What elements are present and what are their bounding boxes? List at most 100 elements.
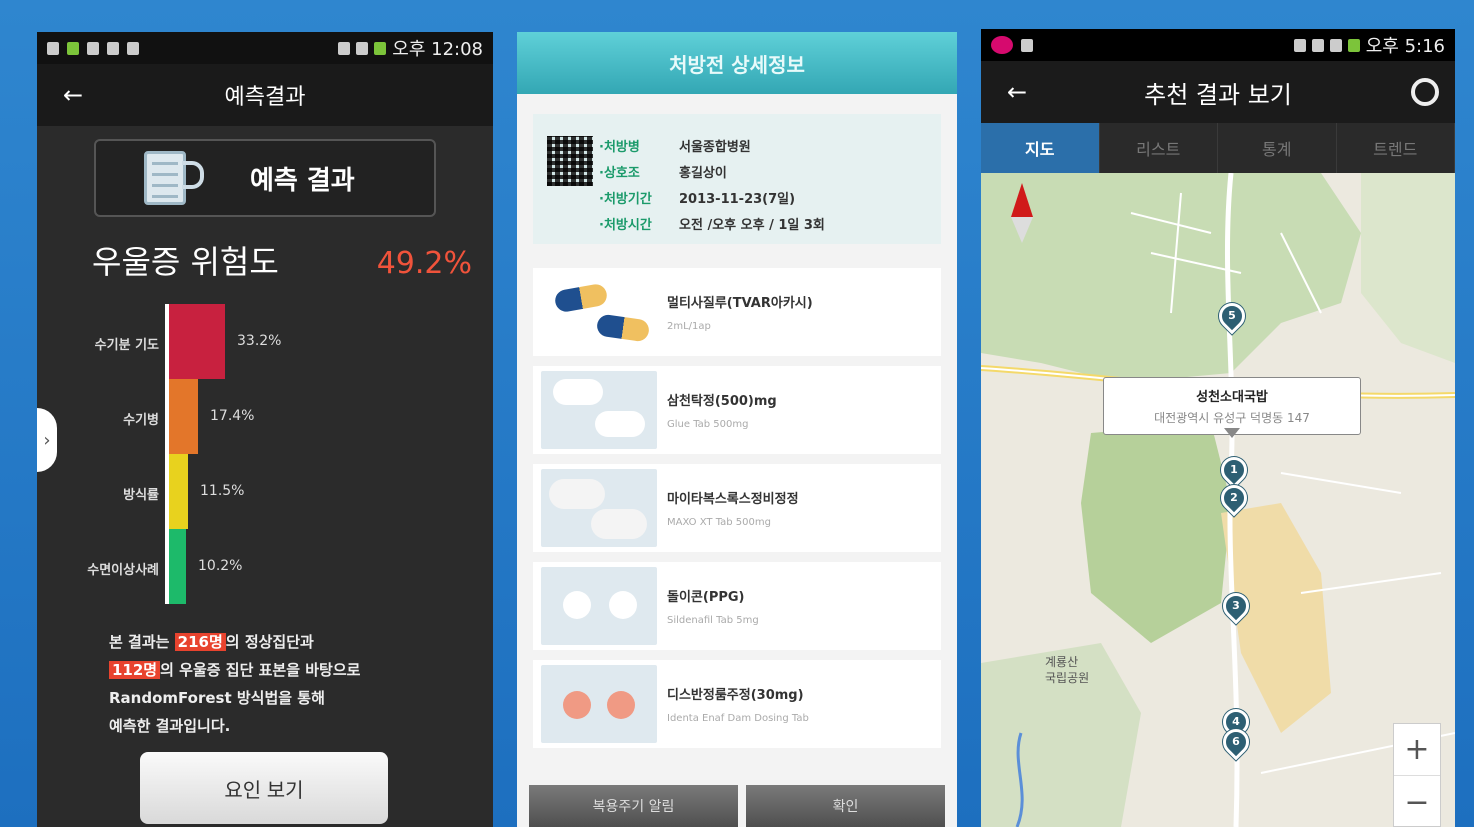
factor-bar xyxy=(169,379,198,454)
note-text: 본 결과는 xyxy=(109,633,170,651)
clipboard-mug-icon xyxy=(138,145,208,211)
dose-reminder-button[interactable]: 복용주기 알림 xyxy=(529,785,738,827)
factor-bar xyxy=(169,529,186,604)
drug-name: 마이타복스록스정비정정 xyxy=(667,492,799,507)
bottom-button-bar: 복용주기 알림 확인 xyxy=(529,785,945,827)
info-value: 서울종합병원 xyxy=(679,140,751,155)
info-row: ·상호조 홍길상이 xyxy=(599,162,727,181)
drug-subtitle: Sildenafil Tab 5mg xyxy=(667,615,759,626)
drug-list-item[interactable]: 멀티사질루(TVAR아카시) 2mL/1ap xyxy=(533,268,941,356)
wifi-icon xyxy=(356,41,369,55)
page-title: 추천 결과 보기 xyxy=(1144,80,1292,109)
info-key: ·처방시간 xyxy=(599,218,652,233)
drug-subtitle: Identa Enaf Dam Dosing Tab xyxy=(667,713,809,724)
factor-bar xyxy=(169,454,188,529)
info-key: ·상호조 xyxy=(599,166,640,181)
factor-bar-label: 수면이상사례 xyxy=(87,562,159,578)
info-value: 오전 /오후 오후 / 1일 3회 xyxy=(679,218,825,233)
notification-icon xyxy=(1293,38,1306,52)
page-title: 처방전 상세정보 xyxy=(517,32,957,94)
status-time: 오후 5:16 xyxy=(1365,36,1445,57)
info-row: ·처방기간 2013-11-23(7일) xyxy=(599,188,795,207)
tab-trend[interactable]: 트렌드 xyxy=(1337,123,1455,173)
drug-list-item[interactable]: 삼천탁정(500)mg Glue Tab 500mg xyxy=(533,366,941,454)
status-bar: 오후 12:08 xyxy=(37,32,493,64)
back-button[interactable]: ← xyxy=(999,78,1035,106)
zoom-out-button[interactable]: − xyxy=(1394,776,1440,827)
phone-prescription-detail: 처방전 상세정보 ·처방병 서울종합병원 ·상호조 홍길상이 ·처방기간 2013-1… xyxy=(517,32,957,827)
normal-count-highlight: 216명 xyxy=(174,633,226,651)
refresh-icon[interactable] xyxy=(1411,78,1439,106)
view-tabs: 지도 리스트 통계 트렌드 xyxy=(981,123,1455,173)
notification-icon xyxy=(107,41,119,55)
info-value: 홍길상이 xyxy=(679,166,727,181)
tab-map[interactable]: 지도 xyxy=(981,123,1100,173)
signal-icon xyxy=(1329,38,1342,52)
compass-icon xyxy=(1011,183,1033,243)
battery-icon xyxy=(374,41,387,55)
wifi-icon xyxy=(1311,38,1324,52)
battery-icon xyxy=(1347,38,1360,52)
back-arrow-icon: ← xyxy=(62,81,84,109)
info-value: 2013-11-23(7일) xyxy=(679,192,796,207)
risk-row: 우울증 위험도 49.2% xyxy=(92,237,472,283)
usb-icon xyxy=(47,41,59,55)
map-area-label: 계룡산 xyxy=(1045,655,1079,669)
zoom-in-button[interactable]: + xyxy=(1394,724,1440,776)
drug-list-item[interactable]: 디스반정룸주정(30mg) Identa Enaf Dam Dosing Tab xyxy=(533,660,941,748)
tablet-image xyxy=(541,469,657,547)
tab-stats[interactable]: 통계 xyxy=(1218,123,1337,173)
factor-bar-label: 수기분 기도 xyxy=(94,337,159,353)
tablet-image xyxy=(541,665,657,743)
view-factors-button[interactable]: 요인 보기 xyxy=(140,752,388,824)
factor-bar-label: 방식률 xyxy=(123,487,159,503)
info-key: ·처방기간 xyxy=(599,192,652,207)
note-text: 예측한 결과입니다. xyxy=(109,717,231,735)
result-header-box: 예측 결과 xyxy=(94,139,436,217)
page-title: 예측결과 xyxy=(224,85,306,110)
note-text: RandomForest 방식법을 통해 xyxy=(109,689,325,707)
factor-bar-chart: 수기분 기도 33.2% 수기병 17.4% 방식률 11.5% 수면이상사례 10.2% xyxy=(37,304,493,604)
factor-bar-value: 11.5% xyxy=(200,482,245,499)
result-note: 본 결과는 216명 의 정상집단과 112명 의 우울증 집단 표본을 바탕으로 … xyxy=(109,628,449,740)
status-time: 오후 12:08 xyxy=(392,39,483,60)
back-arrow-icon: ← xyxy=(1006,78,1028,106)
drug-subtitle: Glue Tab 500mg xyxy=(667,419,749,430)
result-header-label: 예측 결과 xyxy=(250,165,355,196)
carrier-logo-icon xyxy=(991,36,1013,54)
prescription-info-card: ·처방병 서울종합병원 ·상호조 홍길상이 ·처방기간 2013-11-23(7일) … xyxy=(533,114,941,244)
confirm-button[interactable]: 확인 xyxy=(745,785,945,827)
note-text: 의 정상집단과 xyxy=(225,633,314,651)
tablet-image xyxy=(541,567,657,645)
title-bar: ← 예측결과 xyxy=(37,64,493,126)
map-area-label: 국립공원 xyxy=(1045,671,1090,685)
drug-name: 돌이콘(PPG) xyxy=(667,590,745,605)
note-text: 의 우울증 집단 표본을 바탕으로 xyxy=(160,661,361,679)
info-row: ·처방시간 오전 /오후 오후 / 1일 3회 xyxy=(599,214,825,233)
factor-bar-value: 33.2% xyxy=(237,332,282,349)
info-row: ·처방병 서울종합병원 xyxy=(599,136,751,155)
location-icon xyxy=(1021,38,1033,52)
qr-code-icon xyxy=(547,136,593,186)
map-background xyxy=(981,173,1455,827)
drug-list-item[interactable]: 마이타복스록스정비정정 MAXO XT Tab 500mg xyxy=(533,464,941,552)
factor-bar-value: 17.4% xyxy=(210,407,255,424)
tab-list[interactable]: 리스트 xyxy=(1100,123,1218,173)
android-icon xyxy=(67,41,79,55)
title-bar: ← 추천 결과 보기 xyxy=(981,61,1455,123)
place-popup[interactable]: 성천소대국밥 대전광역시 유성구 덕명동 147 xyxy=(1103,377,1361,438)
factor-bar xyxy=(169,304,225,379)
risk-label: 우울증 위험도 xyxy=(92,243,279,281)
drug-list-item[interactable]: 돌이콘(PPG) Sildenafil Tab 5mg xyxy=(533,562,941,650)
drug-name: 멀티사질루(TVAR아카시) xyxy=(667,296,813,311)
drug-name: 삼천탁정(500)mg xyxy=(667,394,777,409)
back-button[interactable]: ← xyxy=(55,81,91,109)
side-drawer-tab[interactable]: › xyxy=(37,408,57,472)
tablet-image xyxy=(541,371,657,449)
zoom-control: + − xyxy=(1393,723,1441,827)
map-view[interactable]: 5 1 2 3 4 6 성천소대국밥 대전광역시 유성구 덕명동 147 계룡산… xyxy=(981,173,1455,827)
status-bar: 오후 5:16 xyxy=(981,29,1455,61)
phone-recommend-map: 오후 5:16 ← 추천 결과 보기 지도 리스트 통계 트렌드 5 1 2 3… xyxy=(981,29,1455,827)
drug-subtitle: 2mL/1ap xyxy=(667,321,711,332)
risk-value: 49.2% xyxy=(376,246,472,281)
